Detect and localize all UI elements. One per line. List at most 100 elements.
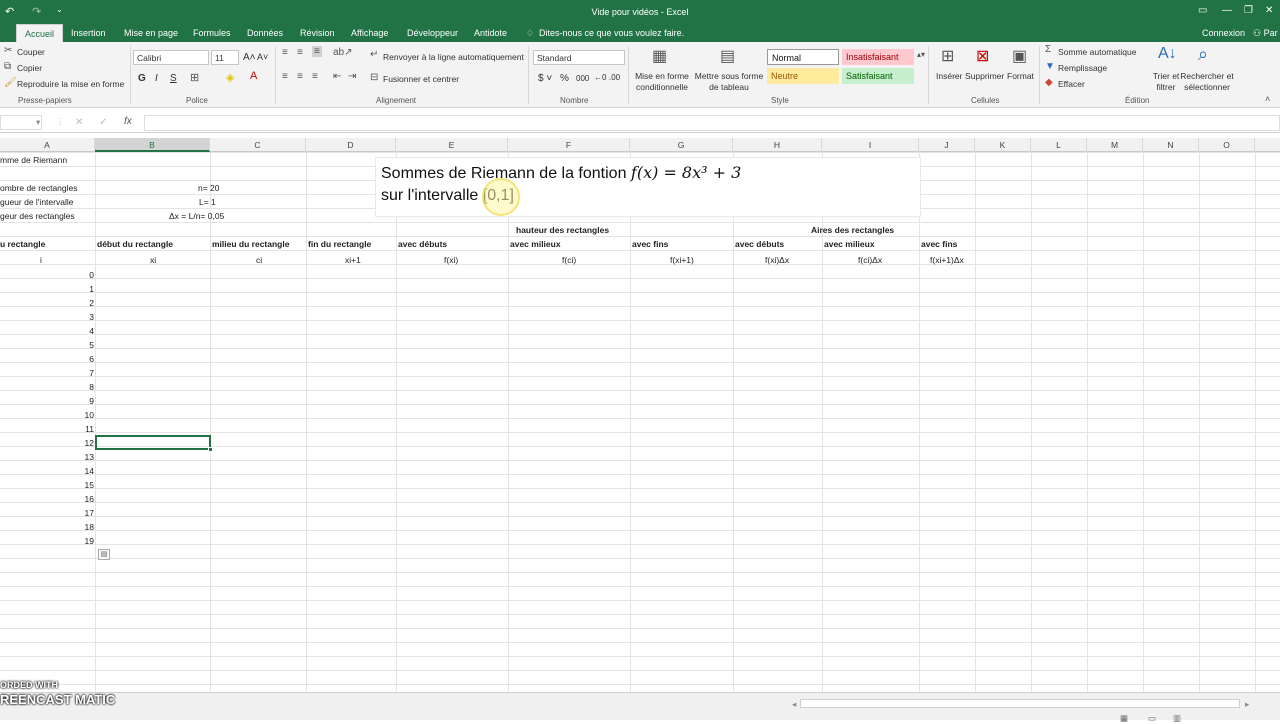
merge-center-button[interactable]: Fusionner et centrer	[383, 74, 459, 84]
cell-e7[interactable]: avec débuts	[398, 239, 447, 249]
ribbon-display-icon[interactable]: ▭	[1198, 5, 1207, 16]
underline-button[interactable]: S	[170, 73, 177, 84]
cell-a8[interactable]: i	[40, 255, 42, 265]
col-header-f[interactable]: F	[508, 138, 630, 152]
cell-j8[interactable]: f(xi+1)Δx	[930, 255, 964, 265]
borders-icon[interactable]: ⊞	[190, 71, 199, 84]
col-header-g[interactable]: G	[630, 138, 733, 152]
cell-b4[interactable]: L= 1	[199, 197, 216, 207]
index-cell[interactable]: 0	[64, 270, 94, 280]
cell-a1[interactable]: mme de Riemann	[0, 155, 67, 165]
cell-e8[interactable]: f(xi)	[444, 255, 458, 265]
col-header-b[interactable]: B	[95, 138, 210, 152]
align-bottom-icon[interactable]: ≡	[312, 46, 322, 57]
cell-i8[interactable]: f(ci)Δx	[858, 255, 882, 265]
index-cell[interactable]: 19	[64, 536, 94, 546]
align-right-icon[interactable]: ≡	[312, 71, 318, 82]
col-header-i[interactable]: I	[822, 138, 919, 152]
cell-a5[interactable]: geur des rectangles	[0, 211, 75, 221]
index-cell[interactable]: 16	[64, 494, 94, 504]
increase-decimal-icon[interactable]: ←0	[594, 73, 606, 82]
style-normal[interactable]: Normal	[767, 49, 839, 65]
align-left-icon[interactable]: ≡	[282, 71, 288, 82]
index-cell[interactable]: 7	[64, 368, 94, 378]
cut-button[interactable]: Couper	[17, 47, 45, 57]
name-box-dropdown-icon[interactable]: ▾	[36, 117, 40, 128]
restore-icon[interactable]: ❐	[1244, 5, 1253, 16]
title-textbox[interactable]: Sommes de Riemann de la fontion f(x) = 8…	[376, 158, 920, 216]
clear-button[interactable]: Effacer	[1058, 79, 1085, 89]
style-insatisfaisant[interactable]: Insatisfaisant	[842, 49, 914, 65]
col-header-n[interactable]: N	[1143, 138, 1199, 152]
cell-h8[interactable]: f(xi)Δx	[765, 255, 789, 265]
currency-icon[interactable]: $ ˅	[538, 73, 552, 84]
page-break-icon[interactable]: ▥	[1173, 713, 1181, 724]
tab-fichier[interactable]	[0, 24, 16, 42]
percent-button[interactable]: %	[560, 73, 569, 84]
cell-d7[interactable]: fin du rectangle	[308, 239, 371, 249]
cell-b3[interactable]: n= 20	[198, 183, 220, 193]
cell-a7[interactable]: u rectangle	[0, 239, 45, 249]
tab-developpeur[interactable]: Développeur	[407, 28, 458, 38]
index-cell[interactable]: 13	[64, 452, 94, 462]
copy-button[interactable]: Copier	[17, 63, 42, 73]
index-cell[interactable]: 2	[64, 298, 94, 308]
col-header-c[interactable]: C	[210, 138, 306, 152]
col-header-o[interactable]: O	[1199, 138, 1255, 152]
col-header-a[interactable]: A	[0, 138, 95, 152]
cell-f8[interactable]: f(ci)	[562, 255, 576, 265]
connexion-link[interactable]: Connexion	[1202, 28, 1245, 38]
tell-me-box[interactable]: Dites-nous ce que vous voulez faire.	[539, 28, 684, 38]
scroll-left-icon[interactable]: ◂	[792, 699, 796, 710]
collapse-ribbon-icon[interactable]: ˄	[1265, 94, 1270, 104]
minimize-icon[interactable]: —	[1222, 5, 1232, 16]
close-icon[interactable]: ✕	[1265, 5, 1273, 16]
align-center-icon[interactable]: ≡	[297, 71, 303, 82]
cell-g7[interactable]: avec fins	[632, 239, 668, 249]
col-header-d[interactable]: D	[306, 138, 396, 152]
thousands-button[interactable]: 000	[576, 74, 589, 83]
font-name-select[interactable]: Calibri	[133, 50, 209, 65]
sort-filter-button[interactable]: Trier et filtrer	[1152, 71, 1180, 93]
tab-affichage[interactable]: Affichage	[351, 28, 388, 38]
tab-insertion[interactable]: Insertion	[71, 28, 106, 38]
cell-h7[interactable]: avec débuts	[735, 239, 784, 249]
find-select-button[interactable]: Rechercher et sélectionner	[1180, 71, 1234, 93]
col-header-e[interactable]: E	[396, 138, 508, 152]
insert-button[interactable]: Insérer	[936, 71, 962, 81]
header-aires[interactable]: Aires des rectangles	[811, 225, 894, 235]
page-layout-icon[interactable]: ▭	[1148, 713, 1156, 724]
increase-indent-icon[interactable]: ⇥	[348, 71, 356, 82]
decrease-decimal-icon[interactable]: .00	[609, 73, 620, 82]
orientation-icon[interactable]: ab↗	[333, 47, 353, 58]
style-satisfaisant[interactable]: Satisfaisant	[842, 68, 914, 84]
font-color-icon[interactable]: A	[250, 70, 257, 82]
conditional-format-button[interactable]: Mise en forme conditionnelle	[634, 71, 690, 93]
fill-handle[interactable]	[208, 447, 213, 452]
styles-scroll-icon[interactable]: ▴▾	[917, 50, 925, 59]
cell-f7[interactable]: avec milieux	[510, 239, 561, 249]
style-neutre[interactable]: Neutre	[767, 68, 839, 84]
tab-mise-en-page[interactable]: Mise en page	[124, 28, 178, 38]
cell-c7[interactable]: milieu du rectangle	[212, 239, 289, 249]
decrease-indent-icon[interactable]: ⇤	[333, 71, 341, 82]
scroll-right-icon[interactable]: ▸	[1245, 699, 1249, 710]
index-cell[interactable]: 14	[64, 466, 94, 476]
bold-button[interactable]: G	[138, 73, 146, 84]
delete-button[interactable]: Supprimer	[965, 71, 1004, 81]
horizontal-scrollbar[interactable]	[800, 699, 1240, 708]
index-cell[interactable]: 11	[64, 424, 94, 434]
format-painter-button[interactable]: Reproduire la mise en forme	[17, 79, 124, 89]
col-header-k[interactable]: K	[975, 138, 1031, 152]
fill-color-icon[interactable]: ◈	[226, 71, 234, 84]
index-cell[interactable]: 5	[64, 340, 94, 350]
cell-i7[interactable]: avec milieux	[824, 239, 875, 249]
index-cell[interactable]: 8	[64, 382, 94, 392]
tab-formules[interactable]: Formules	[193, 28, 231, 38]
align-top-icon[interactable]: ≡	[282, 47, 288, 58]
paste-options-icon[interactable]: ▤	[98, 549, 110, 560]
index-cell[interactable]: 4	[64, 326, 94, 336]
index-cell[interactable]: 12	[64, 438, 94, 448]
index-cell[interactable]: 3	[64, 312, 94, 322]
cancel-icon[interactable]: ✕	[75, 117, 83, 128]
